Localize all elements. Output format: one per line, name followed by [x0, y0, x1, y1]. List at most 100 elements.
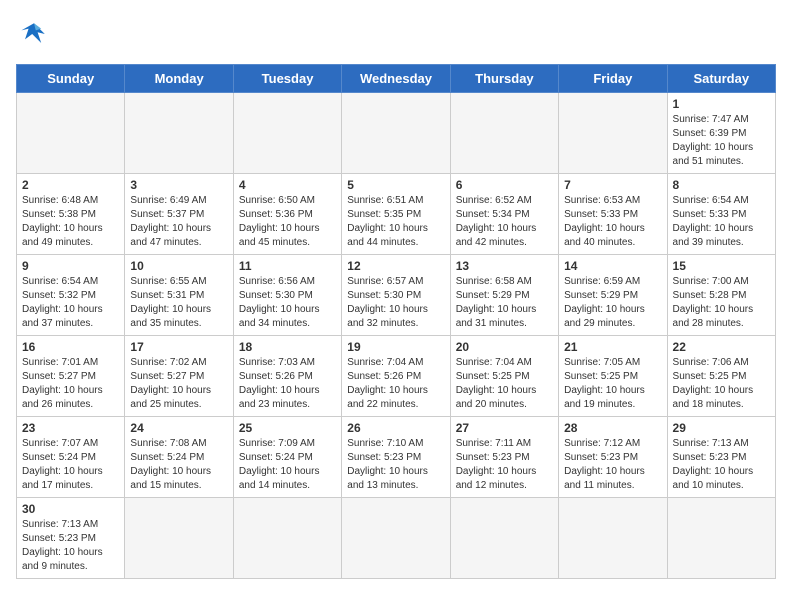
day-header-saturday: Saturday: [667, 65, 775, 93]
day-number: 8: [673, 178, 770, 192]
day-number: 23: [22, 421, 119, 435]
day-number: 30: [22, 502, 119, 516]
calendar-cell: [233, 93, 341, 174]
day-info: Sunrise: 6:51 AM Sunset: 5:35 PM Dayligh…: [347, 194, 444, 250]
week-row-4: 16Sunrise: 7:01 AM Sunset: 5:27 PM Dayli…: [17, 336, 776, 417]
day-number: 7: [564, 178, 661, 192]
day-header-sunday: Sunday: [17, 65, 125, 93]
day-number: 21: [564, 340, 661, 354]
day-number: 4: [239, 178, 336, 192]
logo-bird-icon: [16, 16, 52, 52]
day-number: 2: [22, 178, 119, 192]
day-info: Sunrise: 7:00 AM Sunset: 5:28 PM Dayligh…: [673, 275, 770, 331]
day-number: 6: [456, 178, 553, 192]
week-row-1: 1Sunrise: 7:47 AM Sunset: 6:39 PM Daylig…: [17, 93, 776, 174]
day-number: 20: [456, 340, 553, 354]
day-number: 13: [456, 259, 553, 273]
calendar-cell: 9 Sunrise: 6:54 AM Sunset: 5:32 PM Daylig…: [17, 255, 125, 336]
day-info: Sunrise: 7:11 AM Sunset: 5:23 PM Dayligh…: [456, 437, 553, 493]
day-number: 5: [347, 178, 444, 192]
day-number: 28: [564, 421, 661, 435]
calendar-cell: [450, 498, 558, 579]
calendar-cell: 15 Sunrise: 7:00 AM Sunset: 5:28 PM Dayli…: [667, 255, 775, 336]
calendar-cell: 6 Sunrise: 6:52 AM Sunset: 5:34 PM Daylig…: [450, 174, 558, 255]
week-row-6: 30 Sunrise: 7:13 AM Sunset: 5:23 PM Dayli…: [17, 498, 776, 579]
week-row-3: 9 Sunrise: 6:54 AM Sunset: 5:32 PM Daylig…: [17, 255, 776, 336]
day-header-friday: Friday: [559, 65, 667, 93]
day-info: Sunrise: 7:12 AM Sunset: 5:23 PM Dayligh…: [564, 437, 661, 493]
day-number: 9: [22, 259, 119, 273]
calendar-cell: 28 Sunrise: 7:12 AM Sunset: 5:23 PM Dayli…: [559, 417, 667, 498]
day-header-wednesday: Wednesday: [342, 65, 450, 93]
day-number: 1: [673, 97, 770, 111]
calendar-cell: 12 Sunrise: 6:57 AM Sunset: 5:30 PM Dayli…: [342, 255, 450, 336]
day-info: Sunrise: 6:49 AM Sunset: 5:37 PM Dayligh…: [130, 194, 227, 250]
calendar-cell: 14 Sunrise: 6:59 AM Sunset: 5:29 PM Dayli…: [559, 255, 667, 336]
calendar-cell: 19 Sunrise: 7:04 AM Sunset: 5:26 PM Dayli…: [342, 336, 450, 417]
day-info: Sunrise: 7:10 AM Sunset: 5:23 PM Dayligh…: [347, 437, 444, 493]
calendar-cell: [125, 498, 233, 579]
calendar-cell: 18 Sunrise: 7:03 AM Sunset: 5:26 PM Dayli…: [233, 336, 341, 417]
day-info: Sunrise: 6:54 AM Sunset: 5:33 PM Dayligh…: [673, 194, 770, 250]
calendar-cell: [450, 93, 558, 174]
calendar-cell: 17Sunrise: 7:02 AM Sunset: 5:27 PM Dayli…: [125, 336, 233, 417]
calendar-cell: 2 Sunrise: 6:48 AM Sunset: 5:38 PM Daylig…: [17, 174, 125, 255]
day-number: 25: [239, 421, 336, 435]
calendar-cell: 3 Sunrise: 6:49 AM Sunset: 5:37 PM Daylig…: [125, 174, 233, 255]
day-number: 3: [130, 178, 227, 192]
day-number: 15: [673, 259, 770, 273]
calendar-cell: 22Sunrise: 7:06 AM Sunset: 5:25 PM Dayli…: [667, 336, 775, 417]
calendar-cell: 30 Sunrise: 7:13 AM Sunset: 5:23 PM Dayli…: [17, 498, 125, 579]
day-info: Sunrise: 7:08 AM Sunset: 5:24 PM Dayligh…: [130, 437, 227, 493]
calendar-cell: 25 Sunrise: 7:09 AM Sunset: 5:24 PM Dayli…: [233, 417, 341, 498]
day-header-monday: Monday: [125, 65, 233, 93]
week-row-5: 23 Sunrise: 7:07 AM Sunset: 5:24 PM Dayli…: [17, 417, 776, 498]
day-info: Sunrise: 6:53 AM Sunset: 5:33 PM Dayligh…: [564, 194, 661, 250]
day-info: Sunrise: 7:13 AM Sunset: 5:23 PM Dayligh…: [673, 437, 770, 493]
day-number: 27: [456, 421, 553, 435]
calendar-cell: 7 Sunrise: 6:53 AM Sunset: 5:33 PM Daylig…: [559, 174, 667, 255]
day-info: Sunrise: 7:09 AM Sunset: 5:24 PM Dayligh…: [239, 437, 336, 493]
day-number: 11: [239, 259, 336, 273]
calendar-cell: 13 Sunrise: 6:58 AM Sunset: 5:29 PM Dayli…: [450, 255, 558, 336]
page-header: [16, 16, 776, 52]
calendar-cell: 23 Sunrise: 7:07 AM Sunset: 5:24 PM Dayli…: [17, 417, 125, 498]
week-row-2: 2 Sunrise: 6:48 AM Sunset: 5:38 PM Daylig…: [17, 174, 776, 255]
calendar-cell: 1Sunrise: 7:47 AM Sunset: 6:39 PM Daylig…: [667, 93, 775, 174]
logo: [16, 16, 56, 52]
day-number: 17: [130, 340, 227, 354]
day-info: Sunrise: 6:55 AM Sunset: 5:31 PM Dayligh…: [130, 275, 227, 331]
day-number: 19: [347, 340, 444, 354]
day-header-thursday: Thursday: [450, 65, 558, 93]
calendar-cell: [125, 93, 233, 174]
day-header-tuesday: Tuesday: [233, 65, 341, 93]
day-info: Sunrise: 6:48 AM Sunset: 5:38 PM Dayligh…: [22, 194, 119, 250]
day-headers-row: SundayMondayTuesdayWednesdayThursdayFrid…: [17, 65, 776, 93]
day-info: Sunrise: 7:04 AM Sunset: 5:26 PM Dayligh…: [347, 356, 444, 412]
day-info: Sunrise: 6:52 AM Sunset: 5:34 PM Dayligh…: [456, 194, 553, 250]
day-info: Sunrise: 7:05 AM Sunset: 5:25 PM Dayligh…: [564, 356, 661, 412]
day-number: 24: [130, 421, 227, 435]
day-number: 10: [130, 259, 227, 273]
day-info: Sunrise: 6:57 AM Sunset: 5:30 PM Dayligh…: [347, 275, 444, 331]
calendar-cell: [342, 93, 450, 174]
calendar-cell: [342, 498, 450, 579]
calendar-cell: 10 Sunrise: 6:55 AM Sunset: 5:31 PM Dayli…: [125, 255, 233, 336]
day-info: Sunrise: 7:07 AM Sunset: 5:24 PM Dayligh…: [22, 437, 119, 493]
calendar-cell: 29 Sunrise: 7:13 AM Sunset: 5:23 PM Dayli…: [667, 417, 775, 498]
day-info: Sunrise: 7:06 AM Sunset: 5:25 PM Dayligh…: [673, 356, 770, 412]
calendar-cell: 20 Sunrise: 7:04 AM Sunset: 5:25 PM Dayli…: [450, 336, 558, 417]
day-number: 18: [239, 340, 336, 354]
day-info: Sunrise: 6:54 AM Sunset: 5:32 PM Dayligh…: [22, 275, 119, 331]
day-info: Sunrise: 7:03 AM Sunset: 5:26 PM Dayligh…: [239, 356, 336, 412]
day-info: Sunrise: 7:13 AM Sunset: 5:23 PM Dayligh…: [22, 518, 119, 574]
day-number: 16: [22, 340, 119, 354]
day-info: Sunrise: 6:59 AM Sunset: 5:29 PM Dayligh…: [564, 275, 661, 331]
day-info: Sunrise: 7:04 AM Sunset: 5:25 PM Dayligh…: [456, 356, 553, 412]
calendar-cell: 24 Sunrise: 7:08 AM Sunset: 5:24 PM Dayli…: [125, 417, 233, 498]
day-number: 12: [347, 259, 444, 273]
day-info: Sunrise: 6:58 AM Sunset: 5:29 PM Dayligh…: [456, 275, 553, 331]
day-number: 29: [673, 421, 770, 435]
calendar-cell: 26Sunrise: 7:10 AM Sunset: 5:23 PM Dayli…: [342, 417, 450, 498]
day-number: 14: [564, 259, 661, 273]
